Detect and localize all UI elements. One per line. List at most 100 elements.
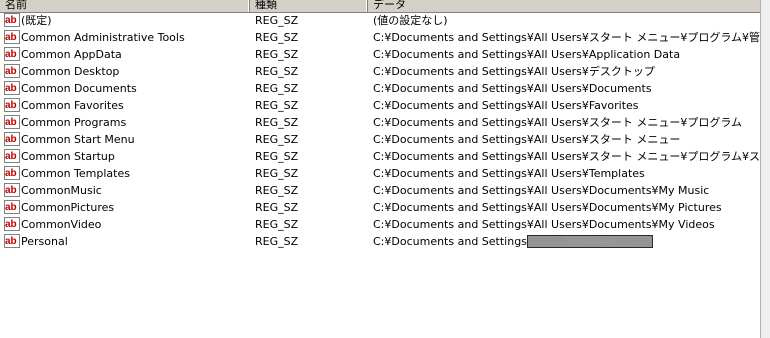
vertical-scrollbar[interactable] (760, 0, 770, 338)
value-data-cell: C:¥Documents and Settings¥All Users¥スタート… (373, 148, 760, 165)
registry-string-value-icon: ab (4, 64, 20, 78)
value-name: Common Documents (21, 82, 137, 95)
table-row[interactable]: ab Common Documents REG_SZ C:¥Documents and… (0, 80, 760, 97)
value-name-cell: ab Common Startup (4, 148, 248, 165)
value-data-cell: C:¥Documents and Settings¥All Users¥デスクト… (373, 63, 760, 80)
svg-text:ab: ab (5, 15, 17, 26)
svg-text:ab: ab (5, 185, 17, 196)
value-data-cell: C:¥Documents and Settings¥All Users¥スタート… (373, 131, 760, 148)
table-row[interactable]: ab Personal REG_SZ C:¥Documents and Setting… (0, 233, 760, 250)
value-data: C:¥Documents and Settings¥All Users¥Docu… (373, 184, 710, 197)
value-type-cell: REG_SZ (255, 201, 299, 214)
table-row[interactable]: ab Common Administrative Tools REG_SZ C:¥Do… (0, 29, 760, 46)
value-data: C:¥Documents and Settings¥All Users¥スタート… (373, 150, 760, 163)
table-row[interactable]: ab Common Programs REG_SZ C:¥Documents and … (0, 114, 760, 131)
column-header-name[interactable]: 名前 (0, 0, 250, 12)
value-data: C:¥Documents and Settings¥All Users¥Docu… (373, 82, 652, 95)
column-header-data[interactable]: データ (368, 0, 760, 12)
value-type-cell: REG_SZ (255, 184, 299, 197)
svg-text:ab: ab (5, 219, 17, 230)
value-name: Common Desktop (21, 65, 120, 78)
registry-string-value-icon: ab (4, 115, 20, 129)
registry-string-value-icon: ab (4, 234, 20, 248)
registry-string-value-icon: ab (4, 132, 20, 146)
value-name: Common AppData (21, 48, 122, 61)
value-name-cell: ab Common Start Menu (4, 131, 248, 148)
value-type-cell: REG_SZ (255, 133, 299, 146)
value-name: CommonPictures (21, 201, 115, 214)
table-row[interactable]: ab Common Favorites REG_SZ C:¥Documents and… (0, 97, 760, 114)
svg-text:ab: ab (5, 236, 17, 247)
value-data: C:¥Documents and Settings¥All Users¥Favo… (373, 99, 639, 112)
value-type-cell: REG_SZ (255, 65, 299, 78)
svg-text:ab: ab (5, 100, 17, 111)
value-data-cell: C:¥Documents and Settings¥All Users¥Docu… (373, 199, 760, 216)
registry-string-value-icon: ab (4, 13, 20, 27)
svg-text:ab: ab (5, 202, 17, 213)
value-data-cell: C:¥Documents and Settings (373, 233, 760, 250)
value-name: CommonVideo (21, 218, 102, 231)
value-name: Common Start Menu (21, 133, 135, 146)
value-data-cell: C:¥Documents and Settings¥All Users¥スタート… (373, 29, 760, 46)
value-name: Common Programs (21, 116, 127, 129)
value-name: Common Templates (21, 167, 130, 180)
value-data: (値の設定なし) (373, 14, 448, 27)
value-name: Personal (21, 235, 68, 248)
registry-string-value-icon: ab (4, 30, 20, 44)
value-data-cell: C:¥Documents and Settings¥All Users¥Docu… (373, 80, 760, 97)
value-name-cell: ab Common Administrative Tools (4, 29, 248, 46)
table-row[interactable]: ab (既定) REG_SZ (値の設定なし) (0, 12, 760, 29)
value-type-cell: REG_SZ (255, 150, 299, 163)
svg-text:ab: ab (5, 134, 17, 145)
value-data: C:¥Documents and Settings¥All Users¥Docu… (373, 218, 715, 231)
table-row[interactable]: ab CommonMusic REG_SZ C:¥Documents and Sett… (0, 182, 760, 199)
value-name: (既定) (21, 14, 52, 27)
table-row[interactable]: ab Common Startup REG_SZ C:¥Documents and S… (0, 148, 760, 165)
table-row[interactable]: ab Common Templates REG_SZ C:¥Documents and… (0, 165, 760, 182)
registry-string-value-icon: ab (4, 149, 20, 163)
value-data: C:¥Documents and Settings¥All Users¥Appl… (373, 48, 681, 61)
registry-string-value-icon: ab (4, 47, 20, 61)
svg-text:ab: ab (5, 151, 17, 162)
registry-string-value-icon: ab (4, 98, 20, 112)
value-type-cell: REG_SZ (255, 14, 299, 27)
value-name-cell: ab CommonMusic (4, 182, 248, 199)
value-data: C:¥Documents and Settings¥All Users¥スタート… (373, 116, 743, 129)
value-type-cell: REG_SZ (255, 31, 299, 44)
value-type-cell: REG_SZ (255, 235, 299, 248)
registry-string-value-icon: ab (4, 200, 20, 214)
value-data: C:¥Documents and Settings¥All Users¥Temp… (373, 167, 645, 180)
registry-value-list: ab (既定) REG_SZ (値の設定なし) ab Common Administrat… (0, 12, 760, 250)
table-row[interactable]: ab CommonPictures REG_SZ C:¥Documents and S… (0, 199, 760, 216)
value-name-cell: ab Common Programs (4, 114, 248, 131)
value-name-cell: ab Common Templates (4, 165, 248, 182)
svg-text:ab: ab (5, 83, 17, 94)
svg-text:ab: ab (5, 32, 17, 43)
value-name: Common Favorites (21, 99, 124, 112)
value-type-cell: REG_SZ (255, 218, 299, 231)
registry-string-value-icon: ab (4, 183, 20, 197)
svg-text:ab: ab (5, 168, 17, 179)
value-data-cell: C:¥Documents and Settings¥All Users¥スタート… (373, 114, 760, 131)
value-data: C:¥Documents and Settings (373, 235, 527, 248)
table-row[interactable]: ab Common Desktop REG_SZ C:¥Documents and S… (0, 63, 760, 80)
table-row[interactable]: ab Common AppData REG_SZ C:¥Documents and S… (0, 46, 760, 63)
value-name: CommonMusic (21, 184, 102, 197)
value-type-cell: REG_SZ (255, 82, 299, 95)
value-name-cell: ab (既定) (4, 12, 248, 29)
value-name: Common Startup (21, 150, 115, 163)
registry-string-value-icon: ab (4, 217, 20, 231)
value-name-cell: ab CommonVideo (4, 216, 248, 233)
value-data-cell: C:¥Documents and Settings¥All Users¥Docu… (373, 182, 760, 199)
column-header-type[interactable]: 種類 (250, 0, 368, 12)
value-data: C:¥Documents and Settings¥All Users¥Docu… (373, 201, 722, 214)
value-name-cell: ab Common Desktop (4, 63, 248, 80)
table-row[interactable]: ab Common Start Menu REG_SZ C:¥Documents an… (0, 131, 760, 148)
value-data-cell: C:¥Documents and Settings¥All Users¥Temp… (373, 165, 760, 182)
value-type-cell: REG_SZ (255, 116, 299, 129)
table-row[interactable]: ab CommonVideo REG_SZ C:¥Documents and Sett… (0, 216, 760, 233)
value-data-cell: C:¥Documents and Settings¥All Users¥Appl… (373, 46, 760, 63)
value-data: C:¥Documents and Settings¥All Users¥スタート… (373, 133, 681, 146)
value-name-cell: ab Common AppData (4, 46, 248, 63)
svg-text:ab: ab (5, 66, 17, 77)
